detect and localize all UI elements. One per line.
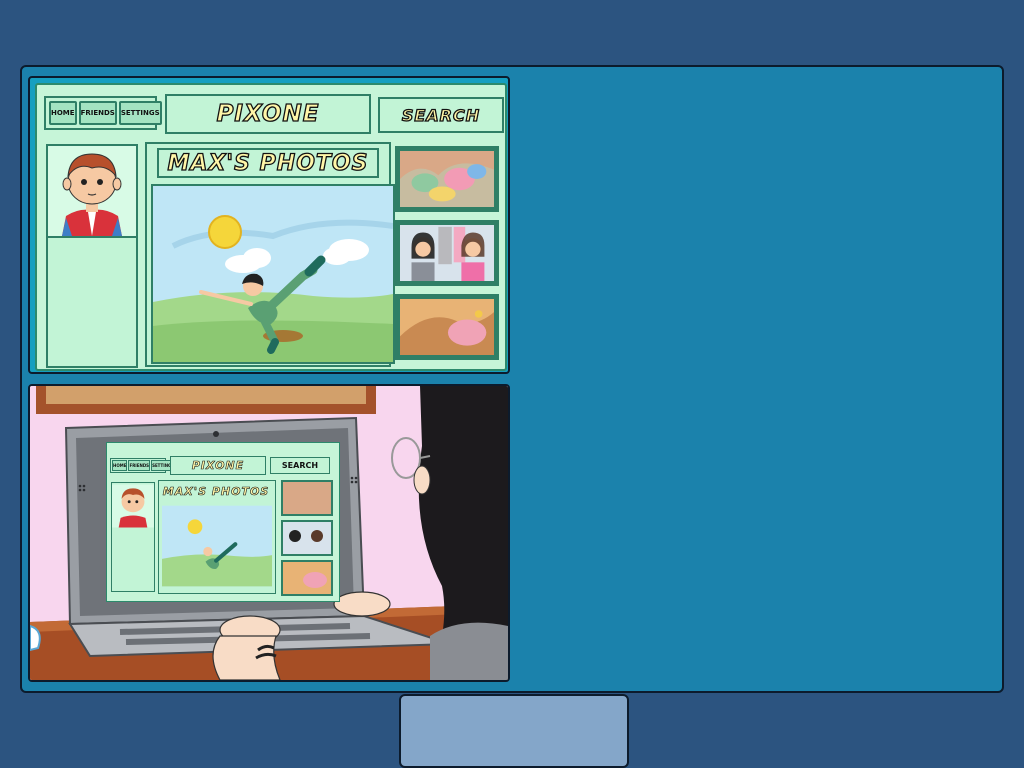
main-photo[interactable] [151, 184, 395, 364]
mini-top-nav: HOME FRIENDS SETTINGS [110, 458, 176, 473]
mini-profile-sidebar [111, 482, 155, 592]
photo-viewer: MAX'S PHOTOS [145, 142, 395, 367]
mini-search-button: SEARCH [270, 457, 330, 474]
thumbnail-photo[interactable] [395, 146, 499, 212]
mini-site-logo-text: PIXONE [191, 459, 245, 473]
mini-search-label: SEARCH [281, 461, 319, 470]
search-label: SEARCH [401, 105, 481, 125]
mini-site-logo: PIXONE [170, 456, 266, 475]
thumbnail-list [395, 142, 503, 367]
top-nav: HOME FRIENDS SETTINGS [44, 96, 162, 130]
nav-home-button[interactable]: HOME [49, 101, 77, 125]
gallery-title-box: MAX'S PHOTOS [157, 148, 379, 178]
search-button[interactable]: SEARCH [378, 97, 504, 133]
mini-nav-home: HOME [112, 460, 128, 471]
laptop-scene-panel: HOME FRIENDS SETTINGS PIXONE SEARCH MAX'… [28, 384, 510, 682]
mini-nav-friends: FRIENDS [128, 460, 151, 471]
page-tab[interactable] [399, 694, 629, 768]
profile-sidebar [46, 144, 138, 368]
mini-title-box: MAX'S PHOTOS [162, 483, 270, 499]
laptop-screen-website: HOME FRIENDS SETTINGS PIXONE SEARCH MAX'… [106, 442, 340, 602]
page-title: MAX'S PHOTOS [167, 150, 369, 176]
pixone-site: HOME FRIENDS SETTINGS PIXONE SEARCH MAX'… [35, 83, 507, 371]
nav-settings-button[interactable]: SETTINGS [118, 101, 162, 125]
website-panel: HOME FRIENDS SETTINGS PIXONE SEARCH MAX'… [28, 76, 510, 374]
thumbnail-photo[interactable] [395, 294, 499, 360]
nav-friends-button[interactable]: FRIENDS [78, 101, 117, 125]
avatar[interactable] [48, 146, 138, 238]
site-logo[interactable]: PIXONE [165, 94, 371, 134]
thumbnail-photo[interactable] [395, 220, 499, 286]
mini-page-title: MAX'S PHOTOS [162, 484, 270, 498]
site-logo-text: PIXONE [216, 100, 320, 127]
mini-photo-viewer: MAX'S PHOTOS [158, 480, 276, 594]
